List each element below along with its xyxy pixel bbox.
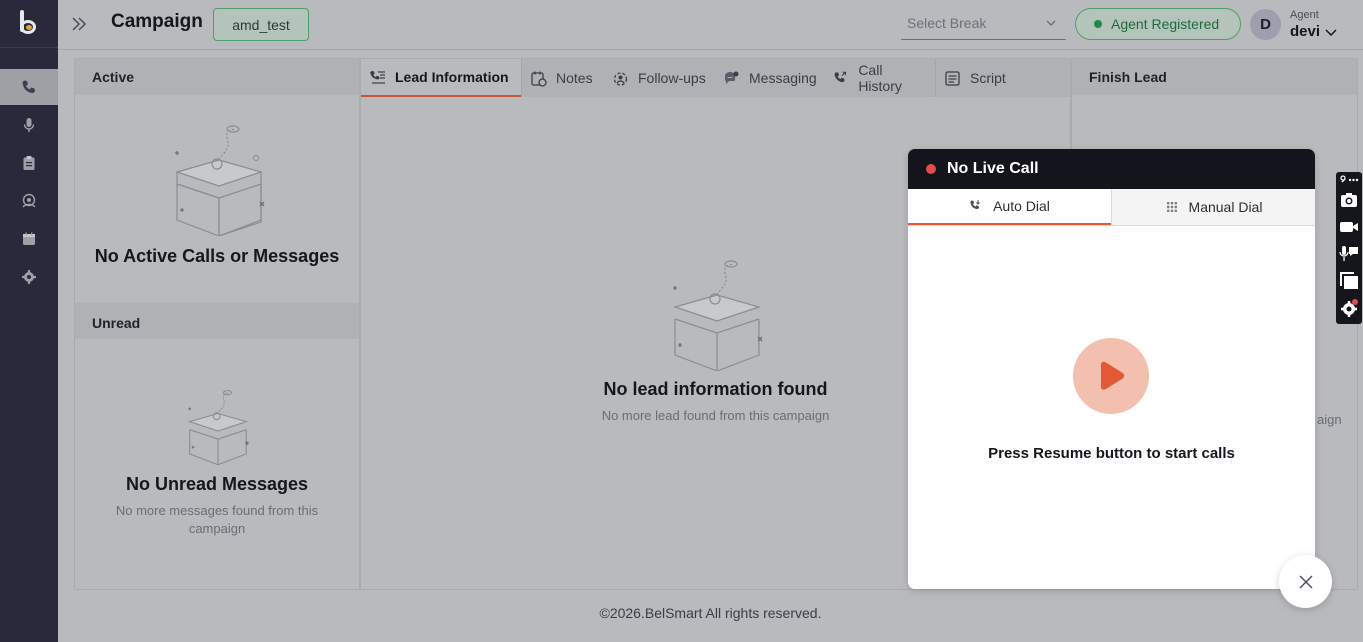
close-dialer-button[interactable] — [1279, 555, 1332, 608]
camera-icon[interactable] — [1339, 190, 1359, 210]
chat-icon — [725, 71, 739, 84]
tab-label: Auto Dial — [993, 198, 1050, 214]
tab-label: Call History — [858, 62, 902, 94]
copy-windows-icon[interactable] — [1339, 271, 1359, 291]
active-section-title: Active — [75, 59, 359, 95]
lead-tabs: Lead Information Notes Follow-ups Messag… — [361, 59, 1070, 97]
lead-list-icon — [370, 70, 385, 84]
dialer-status: No Live Call — [947, 160, 1039, 177]
active-empty-title: No Active Calls or Messages — [94, 246, 340, 266]
gear-icon — [22, 270, 36, 284]
unread-empty-title: No Unread Messages — [125, 474, 309, 494]
video-camera-icon[interactable] — [1339, 217, 1359, 237]
sidebar-item-calls[interactable] — [0, 69, 58, 105]
empty-box-illustration-icon — [187, 390, 249, 465]
double-chevron-right-icon[interactable] — [70, 15, 88, 33]
sidebar-item-settings[interactable] — [0, 259, 58, 295]
status-dot-icon — [1094, 20, 1102, 28]
tab-label: Follow-ups — [638, 70, 706, 86]
tab-manual-dial[interactable]: Manual Dial — [1111, 189, 1315, 225]
floating-toolbar — [1336, 172, 1362, 324]
empty-box-illustration-icon — [672, 260, 763, 371]
sidebar-item-calendar[interactable] — [0, 221, 58, 257]
select-break-placeholder: Select Break — [907, 15, 987, 31]
follow-up-icon — [613, 71, 628, 86]
tab-call-history[interactable]: Call History — [825, 59, 935, 97]
finish-lead-partial-text: aign — [1317, 412, 1342, 427]
live-status-dot-icon — [926, 164, 936, 174]
close-icon — [1299, 575, 1312, 588]
phone-icon — [22, 80, 35, 93]
clipboard-icon — [23, 156, 35, 170]
support-agent-icon — [22, 193, 36, 208]
top-header: Campaign amd_test Select Break Agent Reg… — [58, 0, 1363, 50]
sidebar-item-voice[interactable] — [0, 107, 58, 143]
settings-gear-icon[interactable] — [1339, 298, 1359, 318]
link-more-icon[interactable] — [1339, 174, 1359, 186]
tab-label: Notes — [556, 70, 593, 86]
chevron-down-icon — [1046, 20, 1056, 26]
select-break-dropdown[interactable]: Select Break — [901, 10, 1066, 40]
phone-history-icon — [834, 71, 847, 82]
tab-lead-information[interactable]: Lead Information — [361, 59, 521, 97]
campaign-name-badge[interactable]: amd_test — [213, 8, 309, 41]
footer-copyright: ©2026.BelSmart All rights reserved. — [599, 605, 822, 621]
avatar[interactable]: D — [1250, 9, 1281, 40]
tab-messaging[interactable]: Messaging — [715, 59, 825, 97]
belsmart-logo-icon — [18, 9, 40, 38]
play-icon — [1101, 361, 1125, 390]
agent-status-label: Agent Registered — [1111, 16, 1220, 32]
tab-label: Lead Information — [395, 69, 509, 85]
agent-status-badge[interactable]: Agent Registered — [1075, 8, 1241, 40]
sidebar-item-tasks[interactable] — [0, 145, 58, 181]
empty-box-illustration-icon — [174, 125, 265, 236]
tab-notes[interactable]: Notes — [522, 59, 604, 97]
tab-auto-dial[interactable]: Auto Dial — [908, 189, 1111, 225]
resume-prompt: Press Resume button to start calls — [988, 445, 1235, 462]
sidebar-item-follow-ups[interactable] — [0, 183, 58, 219]
voice-message-icon[interactable] — [1339, 244, 1359, 264]
finish-lead-title: Finish Lead — [1072, 59, 1357, 95]
agent-label: Agent — [1290, 9, 1319, 21]
agent-name[interactable]: devi — [1290, 23, 1320, 40]
notes-icon — [531, 71, 547, 87]
dialer-tabs: Auto Dial Manual Dial — [908, 189, 1315, 226]
dialer-popup: No Live Call Auto Dial Manual Dial Press… — [908, 149, 1315, 589]
tab-follow-ups[interactable]: Follow-ups — [604, 59, 715, 97]
app-logo[interactable] — [0, 0, 58, 48]
chevron-down-icon[interactable] — [1325, 27, 1337, 37]
dialer-header: No Live Call — [908, 149, 1315, 189]
dialpad-icon — [1166, 202, 1177, 212]
unread-empty-subtitle: No more messages found from this campaig… — [115, 503, 319, 536]
tab-label: Manual Dial — [1188, 199, 1263, 215]
auto-dial-phone-icon — [970, 200, 980, 209]
resume-play-button[interactable] — [1073, 338, 1149, 414]
sidebar — [0, 0, 58, 642]
unread-section-title: Unread — [75, 303, 359, 339]
calendar-icon — [23, 232, 35, 245]
active-unread-panel: Active No Active Calls or Messages Unrea… — [74, 58, 360, 590]
tab-label: Script — [970, 70, 1006, 86]
tab-script[interactable]: Script — [936, 59, 1014, 97]
tab-label: Messaging — [749, 70, 817, 86]
page-title: Campaign — [111, 11, 203, 32]
microphone-icon — [23, 118, 35, 132]
script-icon — [945, 70, 960, 86]
